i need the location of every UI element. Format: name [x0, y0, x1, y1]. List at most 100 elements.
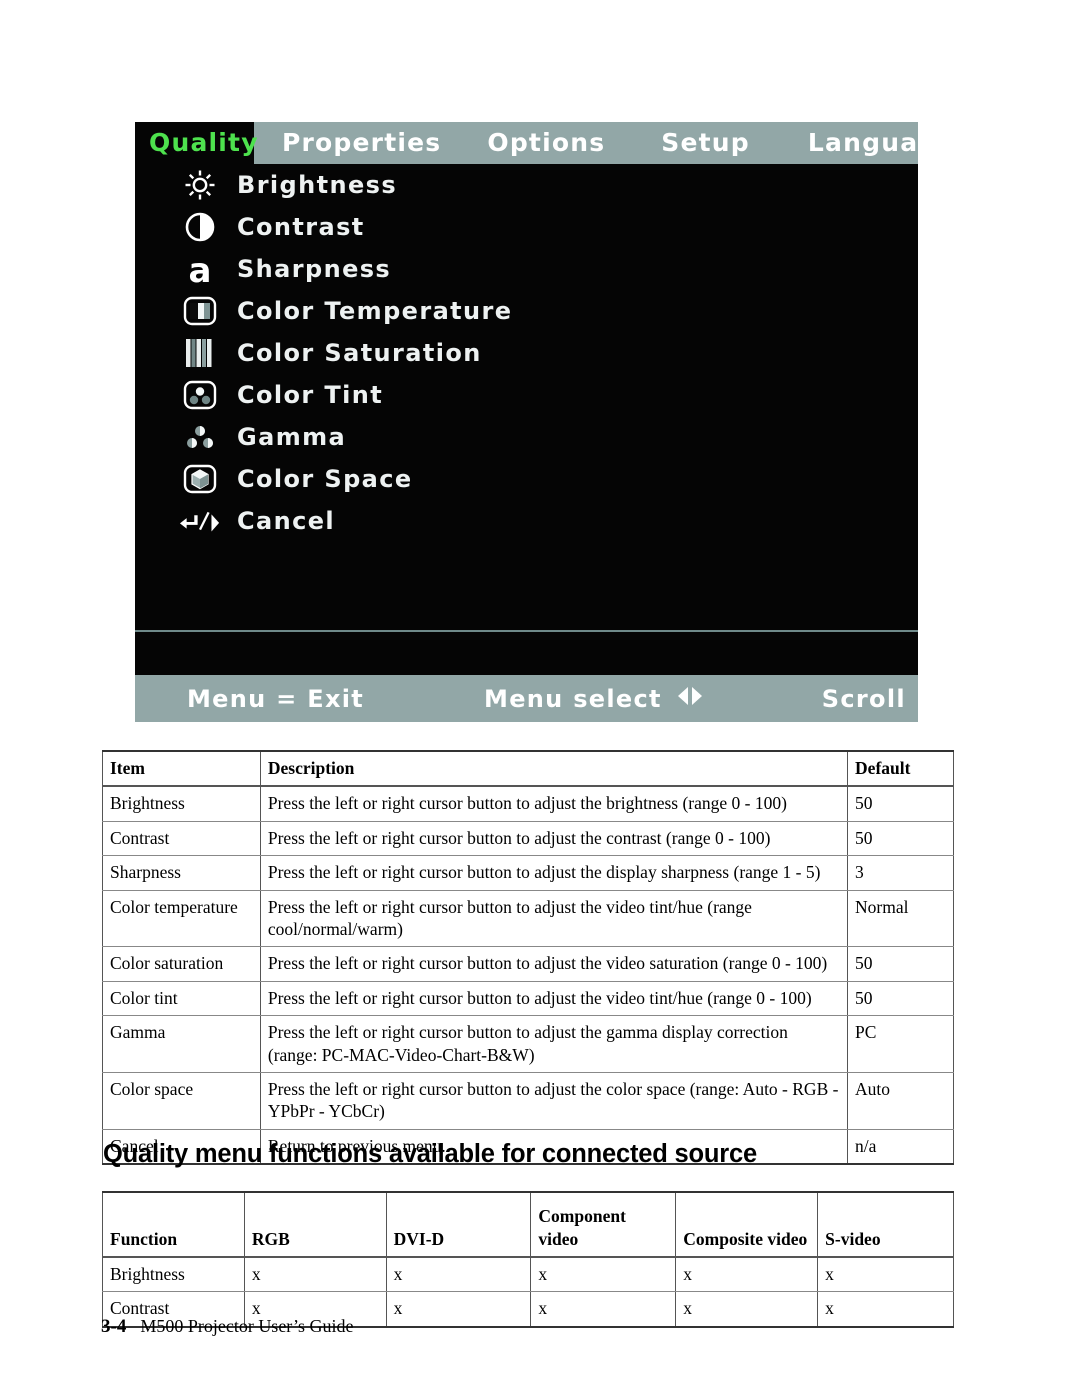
- col-header-desc: Description: [259, 749, 849, 788]
- osd-item-label: Color Space: [237, 465, 413, 493]
- cell-item: Sharpness: [102, 855, 261, 891]
- table-row: Sharpness Press the left or right cursor…: [102, 855, 954, 891]
- col-header-rgb: RGB: [243, 1191, 387, 1258]
- osd-menu-list: Brightness Contrast a Sharpness Color Te…: [135, 164, 918, 649]
- cell-function: Brightness: [102, 1256, 245, 1293]
- osd-item-contrast[interactable]: Contrast: [135, 206, 918, 248]
- osd-footer-exit-label: Menu = Exit: [187, 684, 365, 713]
- table-row: Color saturation Press the left or right…: [102, 946, 954, 982]
- cell-svideo: x: [817, 1291, 954, 1328]
- cell-item: Color temperature: [102, 889, 261, 948]
- osd-item-sharpness[interactable]: a Sharpness: [135, 248, 918, 290]
- cell-composite-video: x: [675, 1256, 819, 1293]
- osd-item-label: Gamma: [237, 423, 347, 451]
- osd-tab-information[interactable]: Information: [970, 122, 1080, 164]
- table-header-row: Function RGB DVI-D Component video Compo…: [102, 1191, 954, 1258]
- col-header-svideo: S-video: [817, 1191, 954, 1258]
- cell-dvid: x: [385, 1256, 532, 1293]
- cell-default: 50: [847, 785, 954, 822]
- cell-desc: Press the left or right cursor button to…: [259, 946, 849, 982]
- cell-component-video: x: [530, 1291, 677, 1328]
- cell-component-video: x: [530, 1256, 677, 1293]
- letter-a-icon: a: [179, 252, 221, 286]
- osd-item-label: Sharpness: [237, 255, 392, 283]
- section-heading: Quality menu functions available for con…: [103, 1140, 757, 1168]
- color-space-cube-icon: [179, 462, 221, 496]
- cell-desc: Press the left or right cursor button to…: [259, 1071, 849, 1130]
- osd-tab-setup[interactable]: Setup: [647, 122, 764, 164]
- osd-tab-options[interactable]: Options: [473, 122, 619, 164]
- osd-tab-bar: Quality Properties Options Setup Languag…: [135, 122, 1080, 164]
- col-header-composite-video: Composite video: [675, 1191, 819, 1258]
- cell-desc: Press the left or right cursor button to…: [259, 820, 849, 857]
- cell-item: Color tint: [102, 980, 261, 1017]
- cell-desc: Press the left or right cursor button to…: [259, 785, 849, 822]
- col-header-dvid: DVI-D: [385, 1191, 532, 1258]
- osd-item-color-tint[interactable]: Color Tint: [135, 374, 918, 416]
- table-row: Brightness Press the left or right curso…: [102, 785, 954, 822]
- osd-item-label: Color Temperature: [237, 297, 513, 325]
- gamma-circles-icon: [179, 420, 221, 454]
- cell-item: Gamma: [102, 1015, 261, 1073]
- col-header-default: Default: [847, 749, 954, 788]
- cell-composite-video: x: [675, 1291, 819, 1328]
- table-row: Color space Press the left or right curs…: [102, 1071, 954, 1130]
- table-row: Color temperature Press the left or righ…: [102, 889, 954, 948]
- color-tint-icon: [179, 378, 221, 412]
- osd-item-label: Cancel: [237, 507, 336, 535]
- quality-sources-table: Function RGB DVI-D Component video Compo…: [102, 1191, 954, 1328]
- color-bars-icon: [179, 336, 221, 370]
- cell-default: 50: [847, 946, 954, 982]
- table-row: Brightness x x x x x: [102, 1256, 954, 1293]
- osd-item-cancel[interactable]: Cancel: [135, 500, 918, 542]
- table-row: Contrast Press the left or right cursor …: [102, 820, 954, 857]
- cell-default: Auto: [847, 1071, 954, 1130]
- osd-tab-language[interactable]: Language: [794, 122, 970, 164]
- osd-item-color-space[interactable]: Color Space: [135, 458, 918, 500]
- osd-footer-bar: Menu = Exit Menu select Scroll: [135, 675, 965, 722]
- table-row: Gamma Press the left or right cursor but…: [102, 1015, 954, 1073]
- cell-default: 50: [847, 820, 954, 857]
- osd-item-color-temperature[interactable]: Color Temperature: [135, 290, 918, 332]
- cell-dvid: x: [385, 1291, 532, 1328]
- quality-menu-table: Item Description Default Brightness Pres…: [102, 749, 954, 1166]
- cell-rgb: x: [243, 1256, 387, 1293]
- osd-item-label: Contrast: [237, 213, 365, 241]
- page-number: 3-4: [101, 1316, 127, 1337]
- left-right-arrows-icon: [674, 685, 706, 713]
- cell-desc: Press the left or right cursor button to…: [259, 855, 849, 891]
- osd-footer-select-label: Menu select: [484, 684, 662, 713]
- cell-item: Contrast: [102, 820, 261, 857]
- cell-item: Color space: [102, 1071, 261, 1130]
- cell-desc: Press the left or right cursor button to…: [259, 889, 849, 948]
- half-circle-icon: [179, 210, 221, 244]
- table-row: Color tint Press the left or right curso…: [102, 980, 954, 1017]
- sun-icon: [179, 168, 221, 202]
- cell-item: Brightness: [102, 785, 261, 822]
- osd-item-label: Brightness: [237, 171, 398, 199]
- osd-item-color-saturation[interactable]: Color Saturation: [135, 332, 918, 374]
- osd-item-brightness[interactable]: Brightness: [135, 164, 918, 206]
- osd-item-label: Color Tint: [237, 381, 384, 409]
- osd-menu-screenshot: Quality Properties Options Setup Languag…: [135, 122, 1080, 722]
- cell-default: Normal: [847, 889, 954, 948]
- cell-default: 50: [847, 980, 954, 1017]
- osd-tab-quality[interactable]: Quality: [135, 122, 258, 164]
- osd-footer-scroll: Scroll: [822, 685, 966, 713]
- cell-svideo: x: [817, 1256, 954, 1293]
- osd-item-gamma[interactable]: Gamma: [135, 416, 918, 458]
- svg-text:a: a: [189, 252, 212, 286]
- col-header-component-video: Component video: [530, 1191, 677, 1258]
- osd-tab-properties[interactable]: Properties: [268, 122, 455, 164]
- cell-default: PC: [847, 1015, 954, 1073]
- osd-item-label: Color Saturation: [237, 339, 482, 367]
- osd-divider: [135, 630, 918, 632]
- document-title: M500 Projector User’s Guide: [140, 1316, 354, 1336]
- osd-footer-scroll-label: Scroll: [821, 684, 906, 713]
- col-header-item: Item: [102, 749, 261, 788]
- color-temperature-icon: [179, 294, 221, 328]
- cell-default: 3: [847, 855, 954, 891]
- page-footer: 3-4 M500 Projector User’s Guide: [101, 1316, 353, 1338]
- cell-desc: Press the left or right cursor button to…: [259, 1015, 849, 1073]
- cell-item: Color saturation: [102, 946, 261, 982]
